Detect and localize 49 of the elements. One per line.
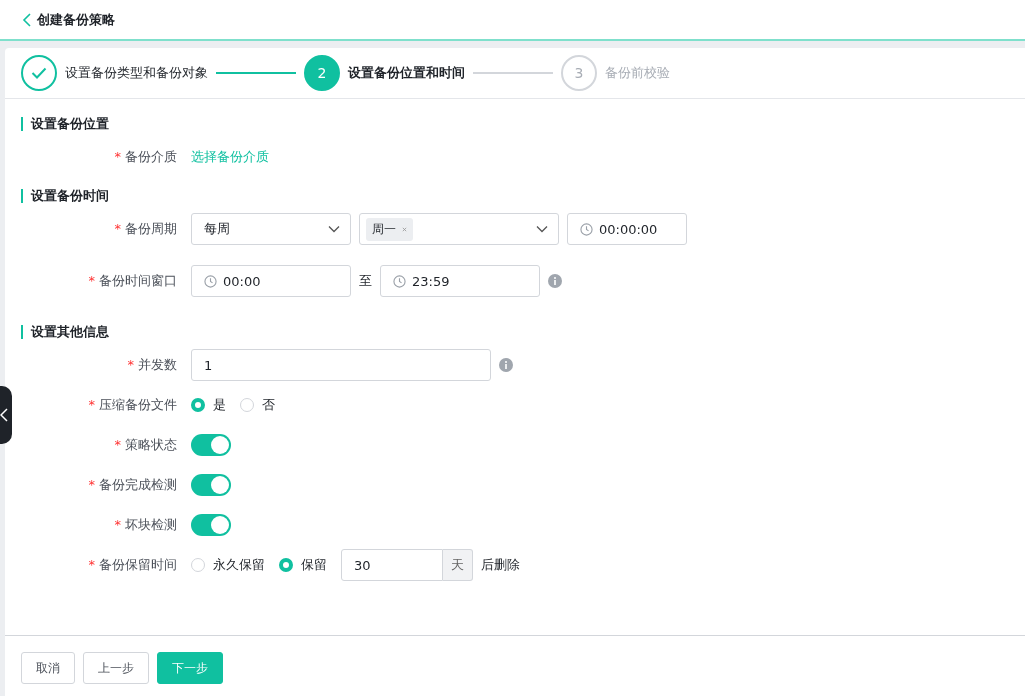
clock-icon [204, 274, 217, 288]
footer-button[interactable]: 上一步 [83, 652, 149, 684]
radio-option[interactable]: 永久保留 [191, 556, 265, 574]
clock-icon [393, 274, 406, 288]
step-label: 设置备份类型和备份对象 [65, 64, 208, 82]
close-icon[interactable] [402, 226, 407, 232]
weekday-tag: 周一 [366, 217, 413, 241]
section-title: 设置备份时间 [21, 189, 1025, 203]
step-indicator: 3 [561, 55, 597, 91]
period-select[interactable]: 每周 [191, 213, 351, 245]
field-label: * 备份完成检测 [87, 476, 178, 494]
info-icon[interactable] [548, 274, 562, 288]
info-icon[interactable] [499, 358, 513, 372]
unit-label: 天 [443, 549, 473, 581]
radio-option[interactable]: 保留 [279, 556, 327, 574]
field-label: * 备份时间窗口 [87, 272, 178, 290]
weekday-select[interactable]: 周一 [359, 213, 559, 245]
step-label: 设置备份位置和时间 [348, 64, 465, 82]
section-title: 设置其他信息 [21, 325, 1025, 339]
toggle-switch[interactable] [191, 434, 231, 456]
toggle-switch[interactable] [191, 514, 231, 536]
field-label: * 压缩备份文件 [87, 396, 178, 414]
time-field[interactable]: 00:00:00 [567, 213, 687, 245]
suffix-text: 后删除 [481, 556, 520, 574]
input-field[interactable]: 1 [191, 349, 491, 381]
caret-icon [328, 225, 340, 233]
caret-icon [536, 225, 548, 233]
field-label: * 坏块检测 [113, 516, 178, 534]
field-label: * 备份保留时间 [87, 556, 178, 574]
input-field[interactable]: 30 [341, 549, 443, 581]
radio-option[interactable]: 否 [240, 396, 275, 414]
time-field[interactable]: 23:59 [380, 265, 540, 297]
section-title: 设置备份位置 [21, 117, 1025, 131]
clock-icon [580, 222, 593, 236]
field-label: * 策略状态 [113, 436, 178, 454]
check-icon [31, 67, 47, 79]
toggle-switch[interactable] [191, 474, 231, 496]
step-indicator: 2 [304, 55, 340, 91]
field-label: * 备份介质 [113, 148, 178, 166]
footer-button[interactable]: 取消 [21, 652, 75, 684]
back-icon[interactable] [22, 12, 31, 27]
step-label: 备份前校验 [605, 64, 670, 82]
field-label: * 备份周期 [113, 220, 178, 238]
range-separator: 至 [359, 272, 372, 290]
field-label: * 并发数 [126, 356, 178, 374]
time-field[interactable]: 00:00 [191, 265, 351, 297]
chevron-icon [0, 408, 8, 422]
radio-option[interactable]: 是 [191, 396, 226, 414]
page-title: 创建备份策略 [37, 10, 115, 29]
